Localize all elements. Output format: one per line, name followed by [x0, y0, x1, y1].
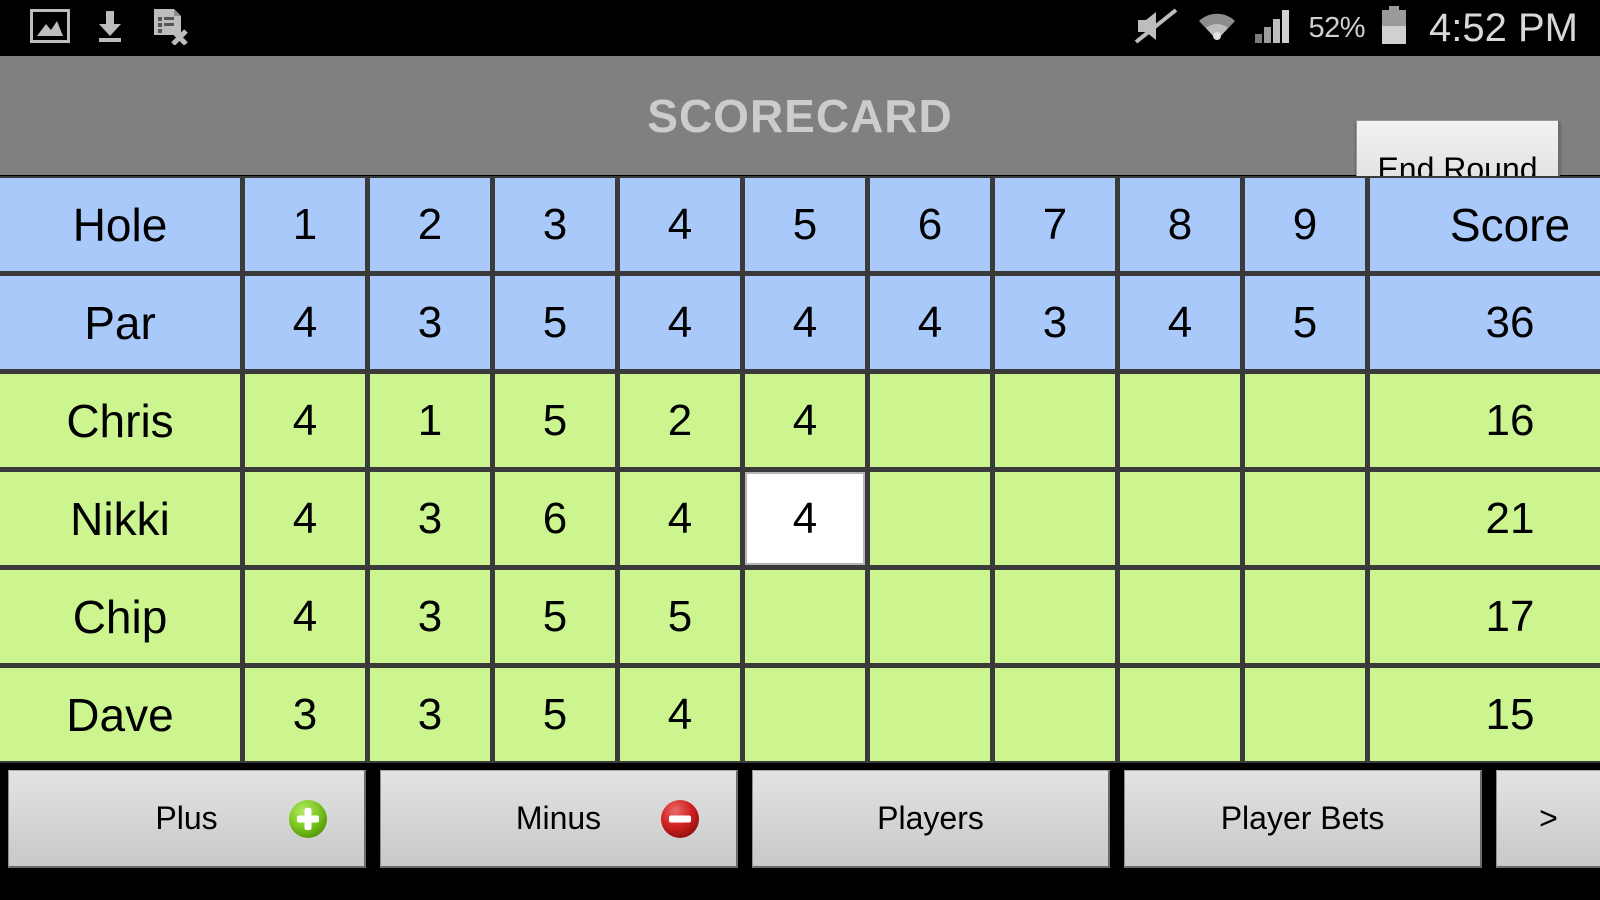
plus-circle-icon — [286, 797, 330, 841]
cellular-signal-icon — [1254, 8, 1294, 49]
score-cell-dave-hole-2[interactable]: 3 — [370, 668, 490, 761]
hole-header-label: Hole — [0, 178, 240, 271]
total-score-nikki: 21 — [1370, 472, 1600, 565]
battery-icon — [1379, 5, 1409, 51]
hole-number-2: 2 — [370, 178, 490, 271]
score-cell-chip-hole-5[interactable] — [745, 570, 865, 663]
hole-number-3: 3 — [495, 178, 615, 271]
score-cell-chip-hole-3[interactable]: 5 — [495, 570, 615, 663]
score-cell-nikki-hole-9[interactable] — [1245, 472, 1365, 565]
score-cell-nikki-hole-1[interactable]: 4 — [245, 472, 365, 565]
par-hole-5: 4 — [745, 276, 865, 369]
score-column-header: Score — [1370, 178, 1600, 271]
par-hole-3: 5 — [495, 276, 615, 369]
par-hole-2: 3 — [370, 276, 490, 369]
navigation-bar-area — [0, 884, 1600, 900]
player-name-chris[interactable]: Chris — [0, 374, 240, 467]
par-hole-1: 4 — [245, 276, 365, 369]
score-cell-chris-hole-6[interactable] — [870, 374, 990, 467]
score-cell-chris-hole-4[interactable]: 2 — [620, 374, 740, 467]
score-cell-dave-hole-4[interactable]: 4 — [620, 668, 740, 761]
score-cell-dave-hole-3[interactable]: 5 — [495, 668, 615, 761]
par-total: 36 — [1370, 276, 1600, 369]
scorecard-table: Hole 1 2 3 4 5 6 7 8 9 Score Par 4 3 5 4 4 4 3 4 5 36 Chris 4 1 5… — [0, 176, 1600, 763]
total-score-chris: 16 — [1370, 374, 1600, 467]
status-bar-right-icons: 52% 4:52 PM — [1134, 5, 1600, 51]
download-icon — [92, 8, 128, 49]
score-cell-nikki-hole-3[interactable]: 6 — [495, 472, 615, 565]
score-cell-chris-hole-8[interactable] — [1120, 374, 1240, 467]
par-hole-8: 4 — [1120, 276, 1240, 369]
scorecard-app: 52% 4:52 PM SCORECARD End Round Hole 1 2 3 4… — [0, 0, 1600, 900]
clock-label: 4:52 PM — [1429, 5, 1578, 50]
score-cell-nikki-hole-6[interactable] — [870, 472, 990, 565]
score-cell-chris-hole-9[interactable] — [1245, 374, 1365, 467]
player-name-nikki[interactable]: Nikki — [0, 472, 240, 565]
hole-number-9: 9 — [1245, 178, 1365, 271]
wifi-icon — [1194, 8, 1240, 49]
next-page-button[interactable]: > — [1496, 770, 1600, 868]
minus-button-label: Minus — [515, 800, 602, 836]
player-bets-button-label: Player Bets — [1220, 800, 1385, 836]
title-bar: SCORECARD End Round — [0, 56, 1600, 220]
score-cell-chris-hole-7[interactable] — [995, 374, 1115, 467]
score-cell-nikki-hole-4[interactable]: 4 — [620, 472, 740, 565]
score-cell-chip-hole-2[interactable]: 3 — [370, 570, 490, 663]
score-cell-chris-hole-1[interactable]: 4 — [245, 374, 365, 467]
total-score-dave: 15 — [1370, 668, 1600, 761]
document-remove-icon — [150, 7, 188, 50]
score-cell-chip-hole-7[interactable] — [995, 570, 1115, 663]
players-button-label: Players — [877, 800, 984, 836]
score-cell-nikki-hole-5[interactable]: 4 — [745, 472, 865, 565]
mute-icon — [1134, 7, 1180, 49]
hole-number-8: 8 — [1120, 178, 1240, 271]
par-hole-4: 4 — [620, 276, 740, 369]
total-score-chip: 17 — [1370, 570, 1600, 663]
battery-percent-label: 52% — [1308, 11, 1366, 44]
score-cell-chip-hole-6[interactable] — [870, 570, 990, 663]
par-hole-9: 5 — [1245, 276, 1365, 369]
plus-button-label: Plus — [155, 800, 218, 836]
next-page-button-label: > — [1539, 800, 1558, 836]
hole-number-5: 5 — [745, 178, 865, 271]
bottom-button-bar: Plus Minus Players Player Bets > — [0, 766, 1600, 900]
score-cell-nikki-hole-7[interactable] — [995, 472, 1115, 565]
par-row-label: Par — [0, 276, 240, 369]
score-cell-dave-hole-7[interactable] — [995, 668, 1115, 761]
players-button[interactable]: Players — [752, 770, 1110, 868]
status-bar-left-icons — [0, 7, 188, 50]
plus-button[interactable]: Plus — [8, 770, 366, 868]
score-cell-dave-hole-6[interactable] — [870, 668, 990, 761]
player-name-dave[interactable]: Dave — [0, 668, 240, 761]
player-bets-button[interactable]: Player Bets — [1124, 770, 1482, 868]
minus-circle-icon — [658, 797, 702, 841]
score-cell-dave-hole-8[interactable] — [1120, 668, 1240, 761]
par-hole-7: 3 — [995, 276, 1115, 369]
score-cell-dave-hole-9[interactable] — [1245, 668, 1365, 761]
player-name-chip[interactable]: Chip — [0, 570, 240, 663]
score-cell-chip-hole-8[interactable] — [1120, 570, 1240, 663]
score-cell-chip-hole-9[interactable] — [1245, 570, 1365, 663]
score-cell-chip-hole-1[interactable]: 4 — [245, 570, 365, 663]
score-cell-dave-hole-5[interactable] — [745, 668, 865, 761]
hole-number-1: 1 — [245, 178, 365, 271]
score-cell-nikki-hole-8[interactable] — [1120, 472, 1240, 565]
par-hole-6: 4 — [870, 276, 990, 369]
score-cell-chris-hole-2[interactable]: 1 — [370, 374, 490, 467]
hole-number-7: 7 — [995, 178, 1115, 271]
minus-button[interactable]: Minus — [380, 770, 738, 868]
score-cell-chris-hole-3[interactable]: 5 — [495, 374, 615, 467]
hole-number-6: 6 — [870, 178, 990, 271]
score-cell-chris-hole-5[interactable]: 4 — [745, 374, 865, 467]
status-bar: 52% 4:52 PM — [0, 0, 1600, 56]
score-cell-dave-hole-1[interactable]: 3 — [245, 668, 365, 761]
score-cell-chip-hole-4[interactable]: 5 — [620, 570, 740, 663]
score-cell-nikki-hole-2[interactable]: 3 — [370, 472, 490, 565]
image-icon — [29, 7, 71, 48]
hole-number-4: 4 — [620, 178, 740, 271]
